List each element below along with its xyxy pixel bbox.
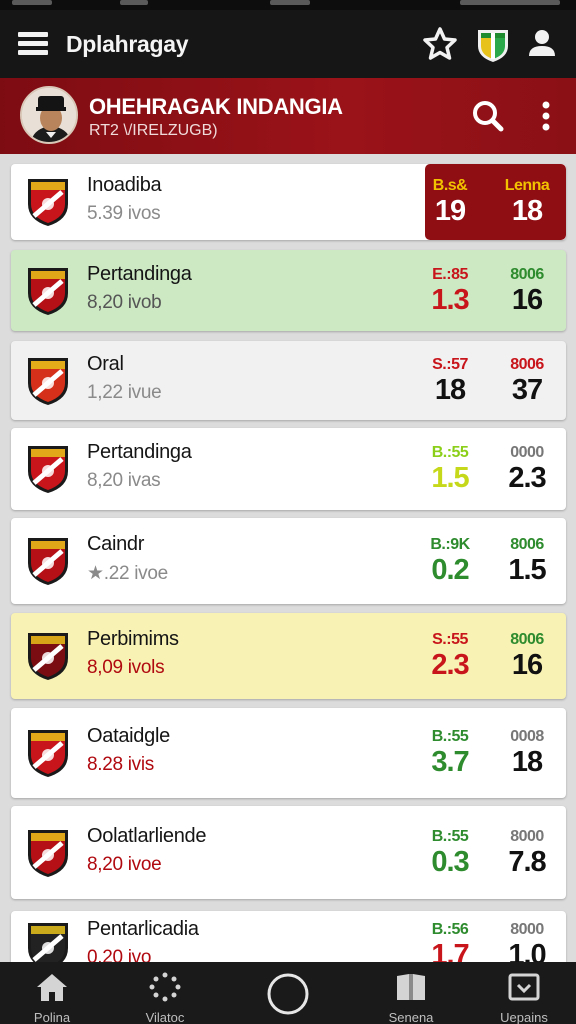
- status-bar: [0, 0, 576, 10]
- odds-value-away[interactable]: 16: [497, 284, 557, 317]
- nav-label: Senena: [388, 1010, 434, 1024]
- odds-value-home[interactable]: 0.2: [420, 554, 480, 587]
- odds-value-away[interactable]: 37: [497, 374, 557, 407]
- club-badge-icon[interactable]: [473, 24, 513, 64]
- nav-label: Polina: [33, 1010, 71, 1024]
- team-name: Inoadiba: [87, 174, 162, 196]
- status-right-icons: [460, 0, 560, 5]
- odds-label-away: Lenna: [504, 177, 550, 194]
- app-bar: Dplahragay: [0, 10, 576, 78]
- odds-value-home[interactable]: 1.3: [420, 284, 480, 317]
- odds-value-away[interactable]: 7.8: [497, 846, 557, 879]
- channel-subtitle: RT2 \/IRELZUGB): [89, 122, 218, 139]
- nav-item-senena[interactable]: Senena: [361, 962, 461, 1024]
- odds-label-home: B.s&: [432, 177, 468, 194]
- star-icon[interactable]: [420, 24, 460, 64]
- odds-value-home[interactable]: 3.7: [420, 746, 480, 779]
- team-name: Oataidgle: [87, 725, 170, 747]
- search-icon[interactable]: [468, 96, 508, 136]
- odds-label-home: B.:55: [431, 827, 469, 845]
- avatar[interactable]: [20, 86, 78, 144]
- odds-label-home: B.:55: [431, 728, 469, 745]
- status-time: [270, 0, 310, 5]
- match-card[interactable]: Oolatlarliende 8,20 ivoe B.:55 8000 0.3 7.8: [11, 806, 566, 899]
- more-vert-icon[interactable]: [526, 96, 566, 136]
- odds-value-away[interactable]: 18: [497, 746, 557, 779]
- match-info: 8,09 ivols: [87, 657, 165, 678]
- team-name: Perbimims: [87, 628, 179, 650]
- status-notification-icons: [120, 0, 148, 5]
- match-info: 8,20 ivas: [87, 470, 161, 491]
- home-icon: [37, 974, 67, 1001]
- team-name: Pertandinga: [87, 262, 192, 285]
- match-card[interactable]: Perbimims 8,09 ivols S.:55 8006 2.3 16: [11, 613, 566, 699]
- team-crest-icon: [24, 176, 72, 228]
- match-info: 5.39 ivos: [87, 203, 161, 224]
- odds-value-away[interactable]: 18: [497, 195, 557, 228]
- odds-value-home[interactable]: 2.3: [420, 649, 480, 682]
- spinner-icon: [149, 972, 181, 1002]
- match-info: 8,20 ivob: [87, 291, 162, 313]
- team-name: Oolatlarliende: [87, 824, 207, 847]
- channel-header: OHEHRAGAK INDANGIA RT2 \/IRELZUGB): [0, 78, 576, 154]
- odds-label-away: 8000: [510, 827, 544, 845]
- team-crest-icon: [24, 355, 72, 407]
- inbox-icon: [508, 973, 540, 1001]
- status-left-icons: [12, 0, 52, 5]
- nav-label: Uepains: [500, 1010, 548, 1024]
- odds-value-home[interactable]: 0.3: [420, 846, 480, 879]
- odds-label-away: 8006: [510, 265, 544, 283]
- nav-item-vilatoc[interactable]: Vilatoc: [115, 962, 215, 1024]
- circle-home-icon: [267, 973, 309, 1015]
- match-card[interactable]: Inoadiba 5.39 ivos B.s& Lenna 19 18: [11, 164, 566, 240]
- odds-label-home: S.:55: [432, 631, 468, 648]
- match-info: 1,22 ivue: [87, 381, 162, 403]
- match-card[interactable]: Caindr ★.22 ivoe B.:9K 8006 0.2 1.5: [11, 518, 566, 604]
- team-crest-icon: [24, 827, 72, 879]
- match-card[interactable]: Pertandinga 8,20 ivas B.:55 0000 1.5 2.3: [11, 428, 566, 510]
- match-info: ★.22 ivoe: [87, 563, 168, 584]
- odds-label-home: S.:57: [432, 355, 468, 373]
- odds-value-home[interactable]: 1.5: [420, 462, 480, 495]
- team-name: Caindr: [87, 533, 145, 555]
- nav-item-system-home[interactable]: [238, 962, 338, 1024]
- odds-label-away: 8000: [510, 921, 544, 938]
- nav-item-home[interactable]: Polina: [2, 962, 102, 1024]
- odds-label-away: 0008: [510, 728, 544, 745]
- team-crest-icon: [24, 443, 72, 495]
- team-name: Oral: [87, 352, 124, 375]
- odds-label-away: 0000: [510, 444, 544, 461]
- bottom-nav: Polina Vilatoc Senena Uepains: [0, 962, 576, 1024]
- odds-label-away: 8006: [510, 536, 544, 553]
- menu-icon[interactable]: [18, 32, 48, 56]
- team-crest-icon: [24, 265, 72, 317]
- odds-value-away[interactable]: 1.5: [497, 554, 557, 587]
- team-crest-icon: [24, 630, 72, 682]
- odds-label-home: B.:56: [431, 921, 469, 938]
- team-crest-icon: [24, 727, 72, 779]
- book-icon: [397, 974, 425, 1000]
- odds-label-away: 8006: [510, 631, 544, 648]
- odds-value-home[interactable]: 19: [420, 195, 480, 228]
- odds-value-away[interactable]: 16: [497, 649, 557, 682]
- team-name: Pentarlicadia: [87, 918, 199, 940]
- account-icon[interactable]: [522, 24, 562, 64]
- odds-label-home: B.:55: [431, 444, 469, 461]
- odds-label-home: E.:85: [432, 265, 468, 283]
- odds-value-home[interactable]: 18: [420, 374, 480, 407]
- nav-label: Vilatoc: [145, 1010, 185, 1024]
- odds-label-home: B.:9K: [430, 536, 470, 553]
- match-card[interactable]: Oral 1,22 ivue S.:57 8006 18 37: [11, 341, 566, 420]
- match-info: 8,20 ivoe: [87, 853, 162, 875]
- match-card[interactable]: Pertandinga 8,20 ivob E.:85 8006 1.3 16: [11, 250, 566, 331]
- team-name: Pertandinga: [87, 441, 192, 463]
- channel-name: OHEHRAGAK INDANGIA: [89, 94, 343, 119]
- match-card[interactable]: Oataidgle 8.28 ivis B.:55 0008 3.7 18: [11, 708, 566, 798]
- app-title: Dplahragay: [66, 31, 189, 57]
- match-info: 8.28 ivis: [87, 754, 155, 775]
- odds-value-away[interactable]: 2.3: [497, 462, 557, 495]
- team-crest-icon: [24, 535, 72, 587]
- nav-item-uepains[interactable]: Uepains: [474, 962, 574, 1024]
- odds-label-away: 8006: [510, 355, 544, 373]
